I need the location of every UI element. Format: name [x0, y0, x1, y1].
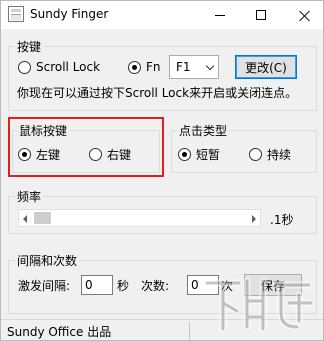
- key-select-value: F1: [176, 60, 191, 74]
- radio-short-click[interactable]: 短暂: [178, 146, 220, 163]
- highlight-box: [8, 117, 164, 177]
- interval-label: 激发间隔:: [18, 279, 71, 293]
- radio-short-click-label: 短暂: [196, 148, 221, 162]
- slider-thumb[interactable]: [34, 212, 51, 224]
- click-type-group-title: 点击类型: [177, 122, 230, 139]
- slider-right-arrow-icon[interactable]: [252, 215, 256, 223]
- trigger-hint: 你现在可以通过按下Scroll Lock来开启或关闭连点。: [17, 86, 298, 100]
- window-title: Sundy Finger: [30, 7, 109, 21]
- minimize-button[interactable]: [203, 1, 237, 29]
- close-button[interactable]: [287, 1, 321, 29]
- frequency-value: .1秒: [270, 213, 294, 227]
- frequency-slider[interactable]: [18, 209, 261, 227]
- app-icon: [8, 6, 24, 22]
- count-label: 次数:: [141, 279, 170, 293]
- radio-continuous-click-label: 持续: [267, 148, 292, 162]
- frequency-group-title: 频率: [15, 188, 44, 205]
- slider-left-arrow-icon[interactable]: [23, 215, 27, 223]
- radio-scroll-lock-label: Scroll Lock: [36, 60, 101, 74]
- radio-scroll-lock[interactable]: Scroll Lock: [18, 60, 100, 74]
- chevron-down-icon: [205, 61, 215, 71]
- maximize-icon: [256, 10, 266, 20]
- radio-fn-label: Fn: [146, 60, 161, 74]
- change-button[interactable]: 更改(C): [235, 55, 297, 79]
- radio-scroll-lock-indicator[interactable]: [18, 60, 31, 74]
- close-icon: [299, 10, 310, 21]
- radio-continuous-click-indicator[interactable]: [249, 148, 262, 161]
- key-select[interactable]: F1: [169, 55, 219, 79]
- interval-input[interactable]: 0: [81, 275, 113, 295]
- maximize-button[interactable]: [244, 1, 278, 29]
- radio-fn[interactable]: Fn: [128, 60, 161, 74]
- title-bar[interactable]: Sundy Finger: [1, 1, 323, 29]
- status-text: Sundy Office 出品: [7, 325, 112, 339]
- interval-count-group-title: 间隔和次数: [15, 252, 80, 269]
- radio-fn-indicator[interactable]: [128, 60, 141, 74]
- minimize-icon: [215, 14, 225, 16]
- status-separator: [189, 322, 190, 340]
- app-window: Sundy Finger 按键 Scroll Lock Fn F1 更改(C) …: [0, 0, 324, 341]
- trigger-group-title: 按键: [15, 38, 44, 55]
- radio-continuous-click[interactable]: 持续: [249, 146, 291, 163]
- radio-short-click-indicator[interactable]: [178, 148, 191, 161]
- interval-unit: 秒: [117, 279, 130, 293]
- watermark-logo: [203, 277, 315, 333]
